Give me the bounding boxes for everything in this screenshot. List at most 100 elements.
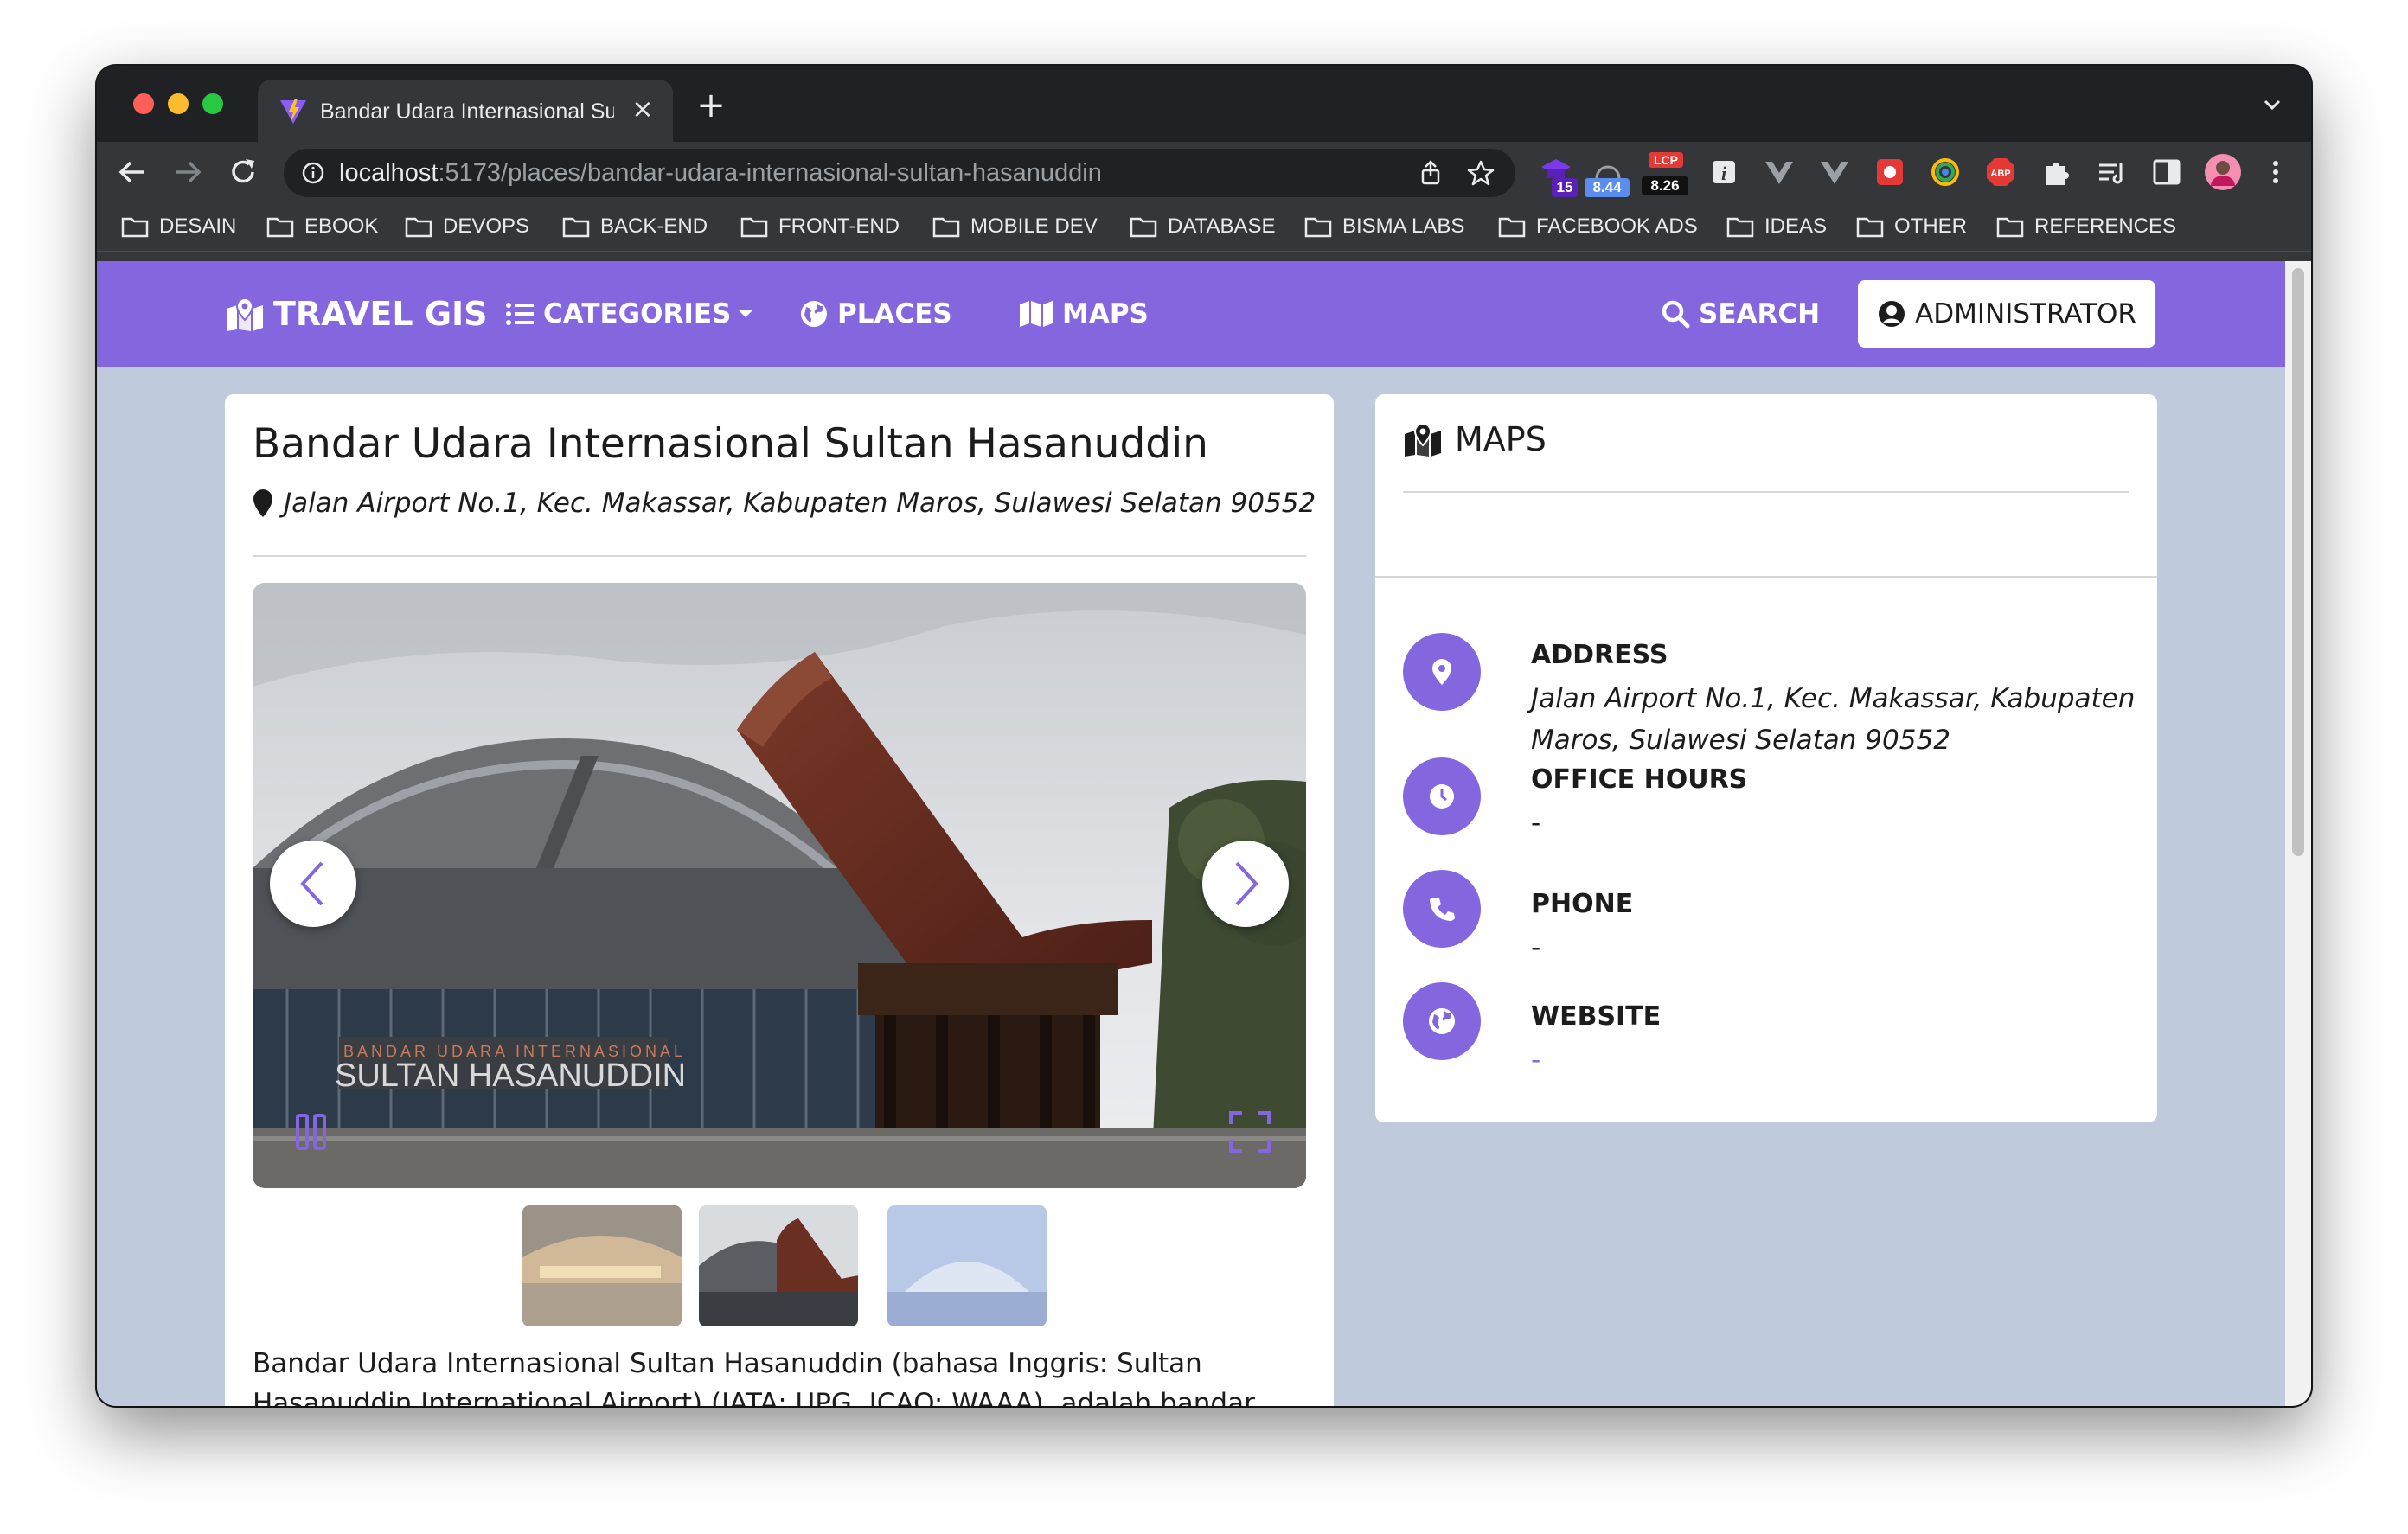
list-icon (506, 303, 534, 325)
map-marker-icon (253, 489, 272, 517)
thumbnail[interactable] (522, 1205, 682, 1326)
profile-avatar[interactable] (2204, 153, 2242, 191)
search-label: SEARCH (1699, 298, 1821, 329)
nav-maps-label: MAPS (1062, 298, 1149, 329)
address-value: Jalan Airport No.1, Kec. Makassar, Kabup… (1531, 683, 2136, 756)
bookmark-folder[interactable]: BACK-END (562, 213, 708, 240)
administrator-button[interactable]: ADMINISTRATOR (1858, 280, 2155, 348)
reading-list-icon[interactable] (2095, 156, 2128, 189)
divider (253, 555, 1306, 557)
photo-carousel[interactable]: BANDAR UDARA INTERNASIONAL SULTAN HASANU… (253, 583, 1306, 1188)
extension-red-icon[interactable] (1873, 156, 1906, 189)
bookmark-folder[interactable]: MOBILE DEV (932, 213, 1098, 240)
office-hours-row: OFFICE HOURS - (1403, 757, 2129, 844)
bookmark-folder[interactable]: FACEBOOK ADS (1498, 213, 1698, 240)
search-button[interactable]: SEARCH (1661, 294, 1820, 334)
bookmark-label: BISMA LABS (1342, 214, 1465, 238)
caret-down-icon (739, 310, 753, 317)
fullscreen-icon[interactable] (1228, 1110, 1271, 1154)
lcp-value-badge[interactable]: 8.26 (1642, 176, 1688, 195)
folder-icon (1498, 217, 1526, 238)
bookmark-star-icon[interactable] (1467, 159, 1495, 187)
browser-toolbar: localhost:5173/places/bandar-udara-inter… (97, 142, 2311, 202)
url-text: localhost:5173/places/bandar-udara-inter… (339, 157, 1102, 189)
bookmark-label: OTHER (1894, 214, 1967, 238)
back-arrow-icon[interactable] (114, 154, 150, 190)
bookmark-folder[interactable]: IDEAS (1726, 213, 1827, 240)
nav-categories-label: CATEGORIES (543, 298, 732, 329)
bookmark-folder[interactable]: DESAIN (121, 213, 236, 240)
nav-places-label: PLACES (837, 298, 952, 329)
map-pin-icon (1432, 659, 1451, 685)
reload-icon[interactable] (225, 154, 261, 190)
thumbnail-image (887, 1205, 1047, 1326)
nav-places[interactable]: PLACES (799, 294, 952, 334)
extensions-puzzle-icon[interactable] (2040, 156, 2072, 189)
phone-value: - (1531, 932, 1541, 963)
color-picker-icon[interactable] (1929, 156, 1962, 189)
vue-devtools-icon[interactable] (1763, 156, 1796, 189)
brand-logo[interactable]: TRAVEL GIS (225, 294, 488, 334)
address-bar[interactable]: localhost:5173/places/bandar-udara-inter… (284, 149, 1515, 197)
chevron-left-icon (300, 861, 323, 906)
thumbnail[interactable] (887, 1205, 1047, 1326)
airport-sign-main: SULTAN HASANUDDIN (335, 1058, 686, 1094)
maps-title-label: MAPS (1455, 420, 1547, 458)
url-path: :5173/places/bandar-udara-internasional-… (438, 159, 1102, 187)
folder-icon (1856, 217, 1884, 238)
folder-icon (266, 217, 294, 238)
url-host: localhost (339, 159, 439, 187)
clock-icon (1430, 784, 1454, 809)
place-address: Jalan Airport No.1, Kec. Makassar, Kabup… (253, 488, 1316, 519)
bookmark-folder[interactable]: DEVOPS (405, 213, 529, 240)
close-window-button[interactable] (133, 93, 154, 114)
address-icon-circle (1403, 633, 1481, 711)
site-navbar: TRAVEL GIS CATEGORIES PLACES MAPS SEARCH… (97, 261, 2285, 367)
bookmark-folder[interactable]: BISMA LABS (1304, 213, 1464, 240)
airport-photo: BANDAR UDARA INTERNASIONAL SULTAN HASANU… (253, 583, 1306, 1188)
tab-close-icon[interactable]: × (630, 97, 656, 123)
pause-icon[interactable] (294, 1112, 329, 1152)
nav-categories-dropdown[interactable]: CATEGORIES (505, 294, 764, 334)
folder-icon (740, 217, 768, 238)
map-icon (1020, 301, 1053, 327)
carousel-prev-button[interactable] (270, 841, 356, 927)
thumbnail-active[interactable] (699, 1205, 858, 1326)
tab-title: Bandar Udara Internasional Sultan Hasanu… (320, 99, 614, 124)
bookmark-folder[interactable]: DATABASE (1130, 213, 1275, 240)
extension-badge: 8.44 (1585, 178, 1630, 197)
bookmark-folder[interactable]: FRONT-END (740, 213, 900, 240)
adblock-icon[interactable]: ABP (1984, 156, 2017, 189)
globe-icon (1429, 1008, 1455, 1034)
place-title: Bandar Udara Internasional Sultan Hasanu… (253, 420, 1208, 468)
bookmark-label: FRONT-END (778, 214, 900, 238)
folder-icon (1130, 217, 1157, 238)
bookmark-label: DEVOPS (443, 214, 530, 238)
site-info-icon[interactable] (301, 161, 325, 185)
page-scrollbar[interactable] (2285, 261, 2311, 1406)
nav-maps[interactable]: MAPS (1019, 294, 1149, 334)
side-panel-icon[interactable] (2150, 156, 2183, 189)
brand-name: TRAVEL GIS (273, 295, 488, 333)
maximize-window-button[interactable] (202, 93, 223, 114)
bookmark-folder[interactable]: EBOOK (266, 213, 378, 240)
website-link[interactable]: - (1531, 1039, 2136, 1081)
bookmark-label: FACEBOOK ADS (1536, 214, 1698, 238)
vue-devtools-icon[interactable] (1818, 156, 1851, 189)
extension-info-icon[interactable]: i (1707, 156, 1740, 189)
new-tab-button[interactable]: + (694, 88, 728, 125)
folder-icon (1726, 217, 1754, 238)
tab-search-chevron-icon[interactable] (2259, 92, 2285, 118)
svg-text:i: i (1721, 163, 1727, 184)
bookmark-folder[interactable]: OTHER (1856, 213, 1967, 240)
bookmarks-bar: DESAIN EBOOK DEVOPS BACK-END FRONT-END M… (97, 202, 2311, 252)
share-icon[interactable] (1417, 159, 1444, 187)
scrollbar-thumb[interactable] (2292, 268, 2304, 856)
browser-menu-icon[interactable] (2259, 156, 2292, 189)
forward-arrow-icon[interactable] (170, 154, 206, 190)
carousel-next-button[interactable] (1202, 841, 1289, 927)
browser-tab[interactable]: Bandar Udara Internasional Sultan Hasanu… (258, 80, 673, 142)
bookmark-folder[interactable]: REFERENCES (1996, 213, 2176, 240)
minimize-window-button[interactable] (168, 93, 189, 114)
lcp-label: LCP (1649, 152, 1683, 168)
